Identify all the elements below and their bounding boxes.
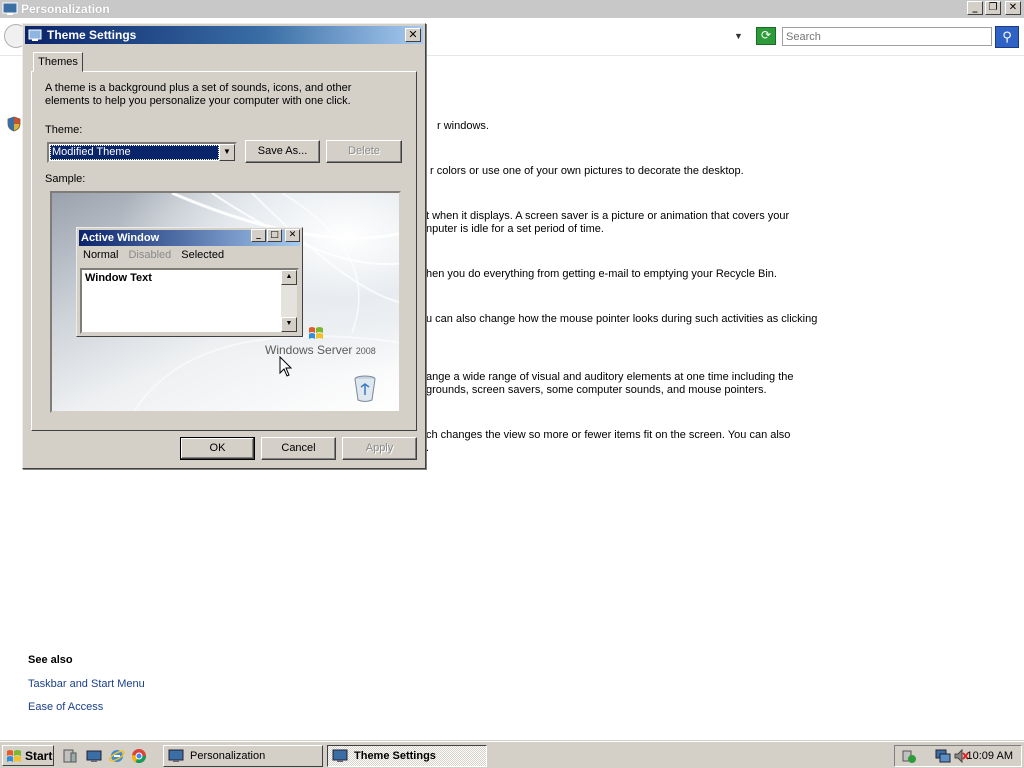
- maximize-icon: □: [267, 229, 282, 242]
- taskbar-button-theme-settings[interactable]: Theme Settings: [327, 745, 487, 767]
- server-manager-icon[interactable]: [62, 748, 78, 764]
- see-also-heading: See also: [28, 654, 73, 666]
- close-icon[interactable]: ✕: [1005, 1, 1021, 15]
- taskbar-button-personalization[interactable]: Personalization: [163, 745, 323, 767]
- network-icon[interactable]: [935, 748, 951, 764]
- task-description-line: hen you do everything from getting e-mai…: [426, 268, 777, 280]
- theme-settings-icon: [332, 749, 348, 762]
- restore-icon[interactable]: ❐: [985, 1, 1001, 15]
- sample-window-body: Window Text ▲ ▼: [80, 268, 299, 334]
- task-description-line: .: [426, 442, 430, 454]
- ease-of-access-link[interactable]: Ease of Access: [28, 701, 103, 713]
- task-description-line: r windows.: [437, 120, 489, 132]
- background-window-titlebar[interactable]: Personalization _ ❐ ✕: [0, 0, 1024, 18]
- menu-selected: Selected: [181, 249, 225, 261]
- theme-settings-dialog: Theme Settings ✕ Themes A theme is a bac…: [22, 23, 426, 469]
- task-description-line: ch changes the view so more or fewer ite…: [426, 429, 791, 441]
- theme-label: Theme:: [45, 124, 83, 136]
- chevron-down-icon[interactable]: ▼: [219, 144, 235, 161]
- theme-description: A theme is a background plus a set of so…: [45, 82, 352, 107]
- system-tray: 10:09 AM: [894, 745, 1022, 767]
- task-description-line: grounds, screen savers, some computer so…: [426, 384, 767, 396]
- windows-server-logo: Windows Server 2008: [265, 343, 376, 357]
- apply-button[interactable]: Apply: [342, 437, 417, 460]
- logo-year: 2008: [355, 346, 376, 356]
- security-alert-icon[interactable]: [901, 748, 917, 764]
- dialog-titlebar[interactable]: Theme Settings ✕: [25, 26, 423, 44]
- tab-themes[interactable]: Themes: [33, 52, 83, 72]
- theme-dropdown-value: Modified Theme: [50, 145, 219, 160]
- task-description-line: nputer is idle for a set period of time.: [426, 223, 604, 235]
- cancel-button[interactable]: Cancel: [261, 437, 336, 460]
- sample-label: Sample:: [45, 173, 86, 185]
- recycle-bin-icon: [354, 375, 376, 402]
- windows-logo-icon: [7, 749, 21, 762]
- background-window-title: Personalization: [21, 2, 110, 16]
- uac-shield-icon: [7, 116, 21, 132]
- internet-explorer-icon[interactable]: [109, 748, 125, 764]
- logo-text: Windows Server: [265, 343, 353, 357]
- mouse-cursor-icon: [279, 356, 293, 377]
- theme-sample-preview: Windows Server 2008 Active Window _ □ ✕ …: [50, 191, 401, 413]
- taskbar-start-menu-link[interactable]: Taskbar and Start Menu: [28, 678, 145, 690]
- theme-dropdown[interactable]: Modified Theme ▼: [47, 142, 237, 163]
- sample-scrollbar: ▲ ▼: [281, 270, 297, 332]
- address-dropdown-icon[interactable]: ▼: [734, 31, 743, 41]
- menu-disabled: Disabled: [128, 249, 172, 261]
- show-desktop-icon[interactable]: [86, 748, 102, 764]
- personalization-app-icon: [168, 749, 184, 762]
- chrome-icon[interactable]: [131, 748, 147, 764]
- task-description-line: t when it displays. A screen saver is a …: [426, 210, 790, 222]
- clock[interactable]: 10:09 AM: [967, 750, 1013, 762]
- ok-button[interactable]: OK: [180, 437, 255, 460]
- menu-normal: Normal: [83, 249, 119, 261]
- sample-menu-bar: Normal Disabled Selected: [83, 249, 224, 261]
- sample-window-text: Window Text: [85, 272, 152, 284]
- background-window-controls: _ ❐ ✕: [967, 1, 1021, 15]
- task-description-line: r colors or use one of your own pictures…: [430, 165, 744, 177]
- search-icon[interactable]: ⚲: [995, 26, 1019, 48]
- address-bar[interactable]: [424, 27, 754, 46]
- task-description-line: ange a wide range of visual and auditory…: [426, 371, 794, 383]
- task-description-line: u can also change how the mouse pointer …: [426, 313, 818, 325]
- save-as-button[interactable]: Save As...: [245, 140, 320, 163]
- task-label: Theme Settings: [354, 750, 436, 762]
- search-input[interactable]: [782, 27, 992, 46]
- start-label: Start: [25, 748, 53, 763]
- sample-window-controls: _ □ ✕: [251, 229, 300, 242]
- refresh-icon[interactable]: ⟳: [756, 27, 776, 45]
- minimize-icon: _: [251, 229, 266, 242]
- delete-button[interactable]: Delete: [326, 140, 402, 163]
- close-icon: ✕: [285, 229, 300, 242]
- sample-active-window: Active Window _ □ ✕ Normal Disabled Sele…: [76, 227, 303, 337]
- start-button[interactable]: Start: [2, 745, 54, 766]
- scroll-down-icon: ▼: [281, 317, 297, 332]
- theme-settings-icon: [28, 29, 42, 41]
- minimize-icon[interactable]: _: [967, 1, 983, 15]
- task-label: Personalization: [190, 750, 266, 762]
- scroll-up-icon: ▲: [281, 270, 297, 285]
- windows-flag-icon: [309, 327, 323, 339]
- personalization-app-icon: [2, 2, 18, 15]
- dialog-title: Theme Settings: [47, 28, 137, 42]
- dialog-close-icon[interactable]: ✕: [405, 28, 421, 42]
- taskbar: Start Personalization Theme Settings 10:…: [0, 741, 1024, 768]
